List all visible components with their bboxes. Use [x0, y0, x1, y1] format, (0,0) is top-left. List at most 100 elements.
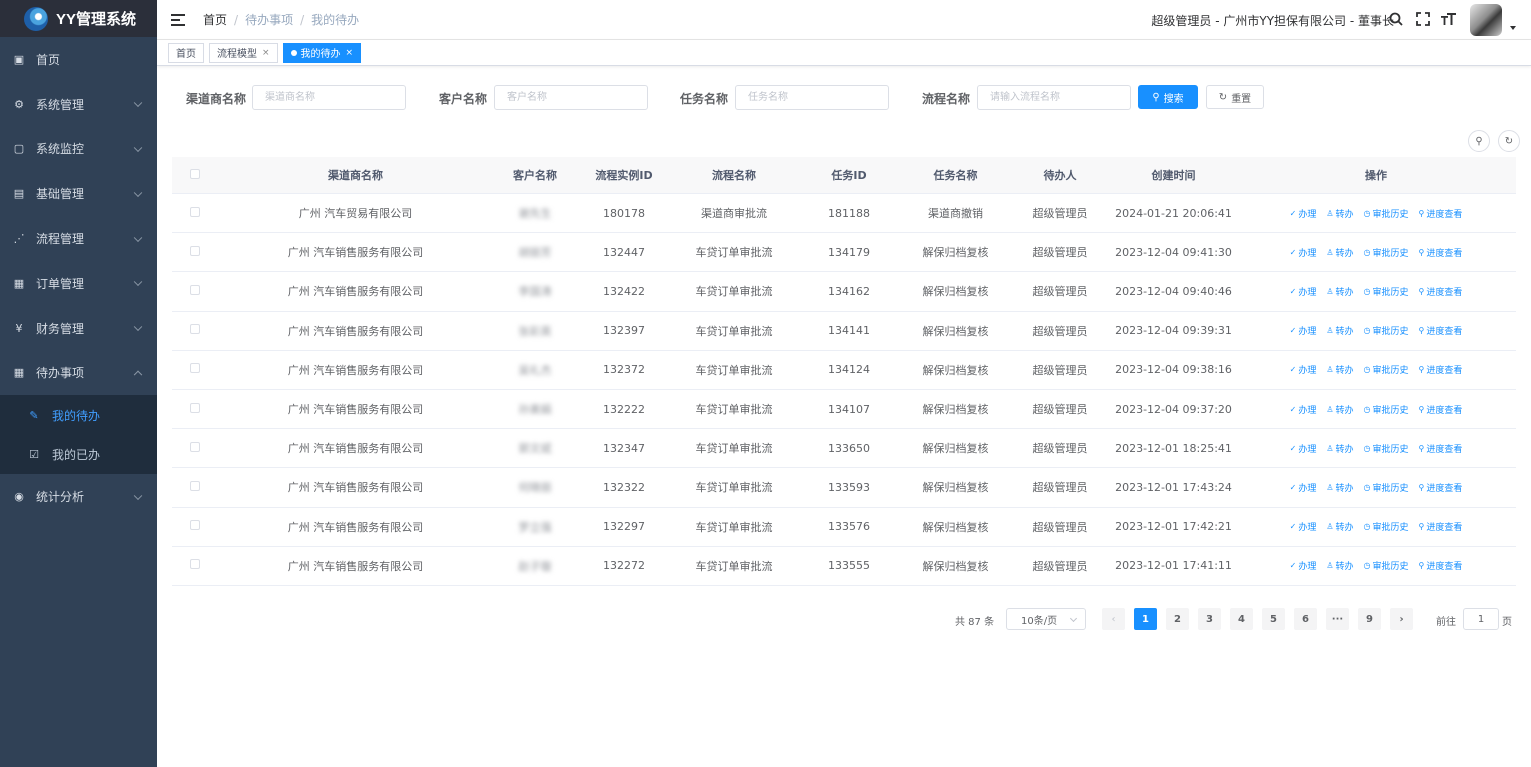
action-button[interactable]: ✓ 办理 — [1290, 207, 1317, 220]
sidebar-item-orders[interactable]: ▦ 订单管理 — [0, 261, 157, 306]
action-button[interactable]: ⚲ 进度查看 — [1419, 559, 1463, 572]
action-button[interactable]: ◷ 审批历史 — [1364, 207, 1409, 220]
action-button[interactable]: ◷ 审批历史 — [1364, 285, 1409, 298]
row-checkbox[interactable] — [189, 206, 200, 217]
action-button[interactable]: ✓ 办理 — [1290, 246, 1317, 259]
row-checkbox[interactable] — [189, 363, 200, 374]
action-button[interactable]: ♙ 转办 — [1326, 559, 1353, 572]
row-checkbox[interactable] — [189, 402, 200, 413]
breadcrumb-todo[interactable]: 待办事项 — [245, 11, 293, 28]
search-button[interactable]: ⚲ 搜索 — [1138, 85, 1198, 109]
select-all-checkbox[interactable] — [189, 168, 200, 179]
sidebar-item-my-todo[interactable]: ✎ 我的待办 — [0, 395, 157, 435]
refresh-button[interactable]: ↻ — [1498, 130, 1520, 152]
action-button[interactable]: ✓ 办理 — [1290, 559, 1317, 572]
goto-page-input[interactable] — [1463, 608, 1499, 630]
action-button[interactable]: ♙ 转办 — [1326, 442, 1353, 455]
row-checkbox[interactable] — [189, 520, 200, 531]
sidebar-item-home[interactable]: ▣ 首页 — [0, 37, 157, 82]
row-checkbox[interactable] — [189, 245, 200, 256]
action-button[interactable]: ◷ 审批历史 — [1364, 363, 1409, 376]
action-label: 审批历史 — [1372, 209, 1409, 220]
sidebar-item-statistics[interactable]: ◉ 统计分析 — [0, 474, 157, 519]
action-button[interactable]: ✓ 办理 — [1290, 363, 1317, 376]
action-button[interactable]: ⚲ 进度查看 — [1419, 520, 1463, 533]
action-button[interactable]: ♙ 转办 — [1326, 207, 1353, 220]
page-button[interactable]: 5 — [1262, 608, 1285, 630]
action-button[interactable]: ✓ 办理 — [1290, 324, 1317, 337]
action-button[interactable]: ◷ 审批历史 — [1364, 481, 1409, 494]
page-button[interactable]: 9 — [1358, 608, 1381, 630]
action-button[interactable]: ⚲ 进度查看 — [1419, 363, 1463, 376]
action-button[interactable]: ✓ 办理 — [1290, 481, 1317, 494]
channel-input[interactable] — [252, 85, 406, 110]
row-checkbox[interactable] — [189, 284, 200, 295]
action-button[interactable]: ◷ 审批历史 — [1364, 520, 1409, 533]
sidebar-item-todo[interactable]: ▦ 待办事项 — [0, 351, 157, 396]
action-button[interactable]: ◷ 审批历史 — [1364, 246, 1409, 259]
page-button[interactable]: 4 — [1230, 608, 1253, 630]
process-input[interactable] — [977, 85, 1131, 110]
toggle-search-button[interactable]: ⚲ — [1468, 130, 1490, 152]
reset-button[interactable]: ↻ 重置 — [1206, 85, 1264, 109]
next-page-button[interactable]: › — [1390, 608, 1413, 630]
close-icon[interactable]: × — [262, 48, 270, 58]
row-checkbox[interactable] — [189, 559, 200, 570]
row-checkbox[interactable] — [189, 480, 200, 491]
chevron-down-icon — [1069, 614, 1078, 623]
action-button[interactable]: ⚲ 进度查看 — [1419, 285, 1463, 298]
action-button[interactable]: ♙ 转办 — [1326, 246, 1353, 259]
action-button[interactable]: ⚲ 进度查看 — [1419, 481, 1463, 494]
table-row: 广州 汽车销售服务有限公司 胡丽芳 132447 车贷订单审批流 134179 解保归档复… — [172, 233, 1516, 273]
task-input[interactable] — [735, 85, 889, 110]
close-icon[interactable]: × — [346, 48, 354, 58]
action-button[interactable]: ⚲ 进度查看 — [1419, 324, 1463, 337]
tag-home[interactable]: 首页 — [168, 42, 204, 63]
font-size-icon[interactable] — [1440, 11, 1456, 27]
cell-customer: 赵子璇 — [518, 559, 552, 573]
row-checkbox[interactable] — [189, 441, 200, 452]
hamburger-icon[interactable] — [171, 13, 185, 26]
action-button[interactable]: ◷ 审批历史 — [1364, 324, 1409, 337]
action-button[interactable]: ◷ 审批历史 — [1364, 442, 1409, 455]
action-button[interactable]: ⚲ 进度查看 — [1419, 403, 1463, 416]
sidebar-item-my-done[interactable]: ☑ 我的已办 — [0, 435, 157, 475]
row-checkbox[interactable] — [189, 324, 200, 335]
action-button[interactable]: ♙ 转办 — [1326, 520, 1353, 533]
action-button[interactable]: ✓ 办理 — [1290, 442, 1317, 455]
tag-my-todo[interactable]: 我的待办 × — [282, 42, 362, 63]
avatar[interactable] — [1470, 4, 1502, 36]
action-button[interactable]: ✓ 办理 — [1290, 520, 1317, 533]
page-button[interactable]: 3 — [1198, 608, 1221, 630]
sidebar-item-monitor[interactable]: ▢ 系统监控 — [0, 127, 157, 172]
action-button[interactable]: ⚲ 进度查看 — [1419, 207, 1463, 220]
page-size-select[interactable]: 10条/页 — [1006, 608, 1086, 630]
action-button[interactable]: ◷ 审批历史 — [1364, 559, 1409, 572]
page-button[interactable]: 2 — [1166, 608, 1189, 630]
action-button[interactable]: ◷ 审批历史 — [1364, 403, 1409, 416]
cell-process: 车贷订单审批流 — [695, 559, 773, 573]
logo[interactable]: YY管理系统 — [0, 0, 157, 37]
tag-process-model[interactable]: 流程模型 × — [209, 42, 278, 63]
sidebar-item-workflow[interactable]: ⋰ 流程管理 — [0, 216, 157, 261]
page-button[interactable]: 1 — [1134, 608, 1157, 630]
action-button[interactable]: ✓ 办理 — [1290, 285, 1317, 298]
search-icon[interactable] — [1388, 11, 1404, 27]
fullscreen-icon[interactable] — [1415, 11, 1431, 27]
breadcrumb-home[interactable]: 首页 — [203, 11, 227, 28]
action-button[interactable]: ♙ 转办 — [1326, 403, 1353, 416]
sidebar-item-base[interactable]: ▤ 基础管理 — [0, 171, 157, 216]
action-button[interactable]: ⚲ 进度查看 — [1419, 246, 1463, 259]
action-button[interactable]: ♙ 转办 — [1326, 363, 1353, 376]
action-button[interactable]: ♙ 转办 — [1326, 285, 1353, 298]
action-button[interactable]: ✓ 办理 — [1290, 403, 1317, 416]
action-button[interactable]: ⚲ 进度查看 — [1419, 442, 1463, 455]
customer-input[interactable] — [494, 85, 648, 110]
page-ellipsis[interactable]: ··· — [1326, 608, 1349, 630]
sidebar-item-finance[interactable]: ¥ 财务管理 — [0, 306, 157, 351]
page-button[interactable]: 6 — [1294, 608, 1317, 630]
action-button[interactable]: ♙ 转办 — [1326, 324, 1353, 337]
action-button[interactable]: ♙ 转办 — [1326, 481, 1353, 494]
prev-page-button[interactable]: ‹ — [1102, 608, 1125, 630]
caret-down-icon[interactable] — [1510, 26, 1516, 30]
